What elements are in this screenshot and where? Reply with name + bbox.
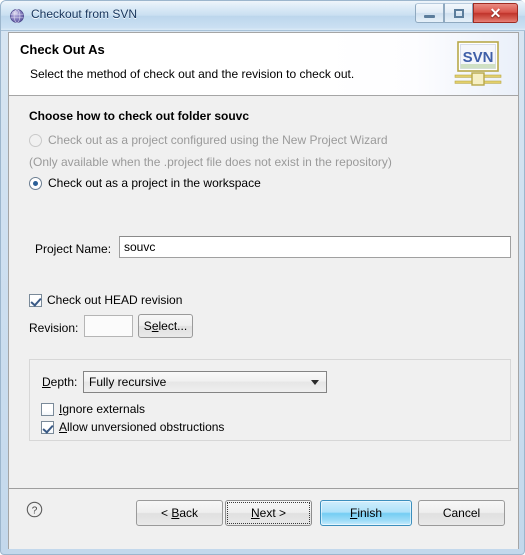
radio-indicator-workspace bbox=[29, 176, 42, 190]
select-revision-button[interactable]: Select... bbox=[138, 314, 193, 338]
project-name-label: Project Name: bbox=[35, 242, 112, 256]
checkbox-indicator-allow-unversioned bbox=[41, 420, 54, 434]
checkbox-indicator-ignore-externals bbox=[41, 402, 54, 416]
wizard-page-content: Choose how to check out folder souvc Che… bbox=[9, 97, 518, 488]
checkbox-label-allow-unversioned: Allow unversioned obstructions bbox=[59, 420, 225, 434]
checkbox-label-head-revision: Check out HEAD revision bbox=[47, 293, 183, 307]
dialog-window: Checkout from SVN ✕ Check Out As Select … bbox=[0, 0, 525, 555]
revision-label: Revision: bbox=[29, 321, 79, 335]
depth-select[interactable]: Fully recursive bbox=[83, 371, 327, 393]
checkbox-head-revision[interactable]: Check out HEAD revision bbox=[29, 293, 182, 307]
finish-button-label: Finish bbox=[349, 506, 383, 520]
dialog-client-area: Check Out As Select the method of check … bbox=[8, 32, 519, 549]
chevron-down-icon bbox=[311, 380, 319, 385]
minimize-button[interactable] bbox=[415, 3, 444, 23]
select-revision-button-label: Select... bbox=[143, 319, 188, 333]
depth-group-box: Depth: Fully recursive Ignore externals … bbox=[29, 359, 511, 441]
svn-banner-logo: SVN bbox=[449, 38, 507, 90]
next-button[interactable]: Next > bbox=[225, 500, 312, 526]
back-button-label: < Back bbox=[160, 506, 199, 520]
next-button-label: Next > bbox=[250, 506, 287, 520]
depth-label: Depth: bbox=[42, 375, 78, 389]
back-button[interactable]: < Back bbox=[136, 500, 223, 526]
wizard-availability-hint: (Only available when the .project file d… bbox=[29, 155, 392, 169]
radio-label-wizard: Check out as a project configured using … bbox=[48, 133, 388, 147]
cancel-button[interactable]: Cancel bbox=[418, 500, 505, 526]
close-icon: ✕ bbox=[489, 5, 502, 21]
page-title: Check Out As bbox=[20, 42, 105, 57]
cancel-button-label: Cancel bbox=[442, 506, 481, 520]
checkbox-allow-unversioned[interactable]: Allow unversioned obstructions bbox=[41, 420, 224, 434]
window-title: Checkout from SVN bbox=[31, 7, 138, 21]
checkbox-label-ignore-externals: Ignore externals bbox=[59, 402, 146, 416]
help-icon[interactable]: ? bbox=[26, 501, 43, 518]
page-description: Select the method of check out and the r… bbox=[30, 67, 355, 81]
checkbox-indicator-head-revision bbox=[29, 293, 42, 307]
radio-indicator-wizard bbox=[29, 133, 42, 147]
revision-input[interactable] bbox=[84, 315, 133, 337]
svg-text:?: ? bbox=[32, 505, 38, 516]
project-name-input[interactable]: souvc bbox=[119, 236, 511, 258]
title-bar[interactable]: Checkout from SVN ✕ bbox=[1, 1, 525, 31]
checkbox-ignore-externals[interactable]: Ignore externals bbox=[41, 402, 145, 416]
wizard-header: Check Out As Select the method of check … bbox=[9, 33, 518, 96]
minimize-icon bbox=[416, 4, 443, 22]
finish-button[interactable]: Finish bbox=[320, 500, 412, 526]
maximize-icon bbox=[445, 4, 472, 22]
close-button[interactable]: ✕ bbox=[473, 3, 518, 23]
depth-select-value: Fully recursive bbox=[89, 375, 167, 389]
radio-checkout-workspace[interactable]: Check out as a project in the workspace bbox=[29, 176, 261, 190]
radio-checkout-wizard[interactable]: Check out as a project configured using … bbox=[29, 133, 388, 147]
maximize-button[interactable] bbox=[444, 3, 473, 23]
dialog-button-bar: ? < Back Next > Finish Cancel bbox=[9, 488, 518, 549]
svg-text:SVN: SVN bbox=[463, 49, 494, 66]
choose-method-label: Choose how to check out folder souvc bbox=[29, 109, 250, 123]
radio-label-workspace: Check out as a project in the workspace bbox=[48, 176, 261, 190]
svn-globe-icon bbox=[9, 8, 25, 24]
